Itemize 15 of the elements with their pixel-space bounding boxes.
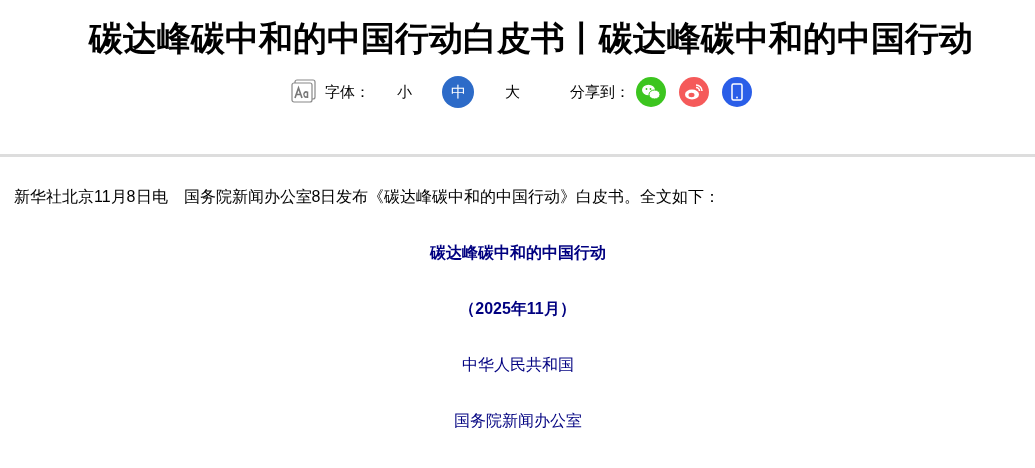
font-size-icon — [291, 79, 317, 105]
article-paragraph: 新华社北京11月8日电 国务院新闻办公室8日发布《碳达峰碳中和的中国行动》白皮书。全文如下： — [14, 187, 722, 207]
article-line: 国务院新闻办公室 — [452, 411, 583, 431]
font-size-label: 字体： — [325, 81, 370, 102]
article-line: 中华人民共和国 — [460, 355, 575, 375]
font-size-option[interactable]: 大 — [496, 76, 528, 108]
tablet-icon[interactable] — [722, 77, 752, 107]
share-label: 分享到： — [570, 81, 630, 102]
wechat-icon[interactable] — [636, 77, 666, 107]
weibo-icon[interactable] — [679, 77, 709, 107]
font-size-option[interactable]: 小 — [388, 76, 420, 108]
font-size-option[interactable]: 中 — [442, 76, 474, 108]
article-title: 碳达峰碳中和的中国行动白皮书丨碳达峰碳中和的中国行动 — [87, 18, 974, 59]
article-heading: 碳达峰碳中和的中国行动 — [428, 243, 607, 263]
article-heading: （2025年11月） — [458, 299, 577, 319]
